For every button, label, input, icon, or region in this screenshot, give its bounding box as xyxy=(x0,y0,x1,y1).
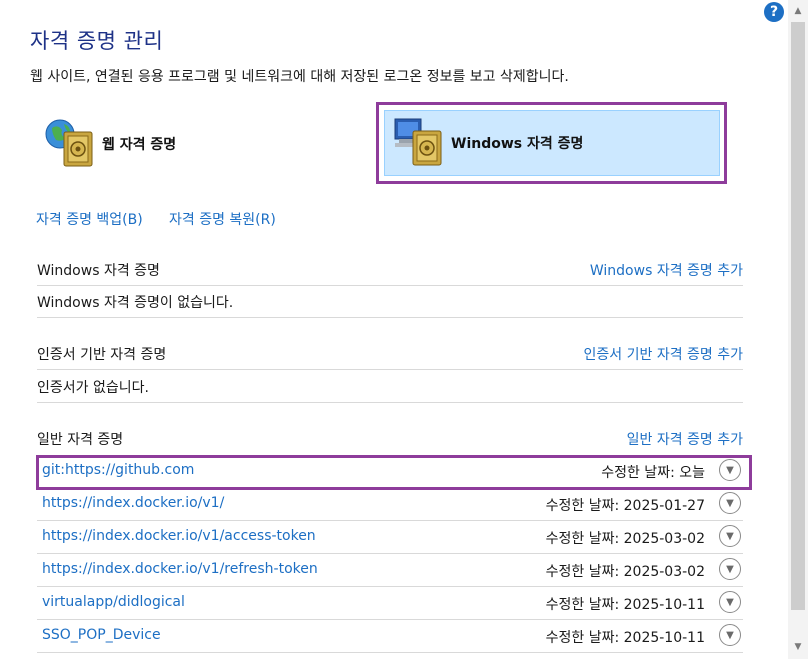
expand-chevron-icon[interactable]: ▼ xyxy=(719,525,741,547)
scroll-down-arrow-icon[interactable]: ▼ xyxy=(788,638,808,656)
credential-row[interactable]: https://index.docker.io/v1/ 수정한 날짜: 2025… xyxy=(37,488,743,521)
web-credentials-tab[interactable]: 웹 자격 증명 xyxy=(44,118,344,170)
selection-highlight-box xyxy=(376,102,727,184)
credential-name[interactable]: https://index.docker.io/v1/refresh-token xyxy=(42,561,318,577)
credential-row[interactable]: https://index.docker.io/v1/refresh-token… xyxy=(37,554,743,587)
add-windows-credential-link[interactable]: Windows 자격 증명 추가 xyxy=(590,260,743,280)
page-title: 자격 증명 관리 xyxy=(30,29,164,53)
certificate-empty-message: 인증서가 없습니다. xyxy=(37,380,149,396)
credential-modified-date: 수정한 날짜: 2025-01-27 xyxy=(545,498,705,514)
certificate-credentials-heading: 인증서 기반 자격 증명 xyxy=(37,347,167,363)
credential-modified-date: 수정한 날짜: 2025-10-11 xyxy=(545,597,705,613)
credential-name[interactable]: SSO_POP_Device xyxy=(42,627,161,643)
scroll-up-arrow-icon[interactable]: ▲ xyxy=(788,2,808,20)
divider xyxy=(37,285,743,286)
expand-chevron-icon[interactable]: ▼ xyxy=(719,624,741,646)
restore-credentials-link[interactable]: 자격 증명 복원(R) xyxy=(169,209,276,229)
credential-name[interactable]: https://index.docker.io/v1/access-token xyxy=(42,528,316,544)
expand-chevron-icon[interactable]: ▼ xyxy=(719,591,741,613)
backup-credentials-link[interactable]: 자격 증명 백업(B) xyxy=(36,209,143,229)
scroll-thumb[interactable] xyxy=(791,22,805,610)
divider xyxy=(37,317,743,318)
generic-credentials-heading: 일반 자격 증명 xyxy=(37,432,124,448)
windows-credentials-heading: Windows 자격 증명 xyxy=(37,263,160,279)
credential-row[interactable]: https://index.docker.io/v1/access-token … xyxy=(37,521,743,554)
credential-modified-date: 수정한 날짜: 2025-03-02 xyxy=(545,531,705,547)
expand-chevron-icon[interactable]: ▼ xyxy=(719,492,741,514)
credential-modified-date: 수정한 날짜: 2025-10-11 xyxy=(545,630,705,646)
credential-modified-date: 수정한 날짜: 2025-03-02 xyxy=(545,564,705,580)
add-certificate-credential-link[interactable]: 인증서 기반 자격 증명 추가 xyxy=(584,344,743,364)
page-description: 웹 사이트, 연결된 응용 프로그램 및 네트워크에 대해 저장된 로그온 정보… xyxy=(30,69,569,85)
add-generic-credential-link[interactable]: 일반 자격 증명 추가 xyxy=(627,429,743,449)
credential-name[interactable]: https://index.docker.io/v1/ xyxy=(42,495,224,511)
help-icon[interactable]: ? xyxy=(764,2,784,22)
divider xyxy=(37,402,743,403)
row-highlight-box xyxy=(36,455,752,490)
vertical-scrollbar[interactable]: ▲ ▼ xyxy=(788,0,808,659)
divider xyxy=(37,369,743,370)
credential-row[interactable]: SSO_POP_Device 수정한 날짜: 2025-10-11 ▼ xyxy=(37,620,743,653)
credential-name[interactable]: virtualapp/didlogical xyxy=(42,594,185,610)
credential-row[interactable]: virtualapp/didlogical 수정한 날짜: 2025-10-11… xyxy=(37,587,743,620)
web-vault-icon xyxy=(44,118,100,170)
windows-credentials-empty-message: Windows 자격 증명이 없습니다. xyxy=(37,295,234,311)
web-credentials-label: 웹 자격 증명 xyxy=(102,137,177,153)
expand-chevron-icon[interactable]: ▼ xyxy=(719,558,741,580)
